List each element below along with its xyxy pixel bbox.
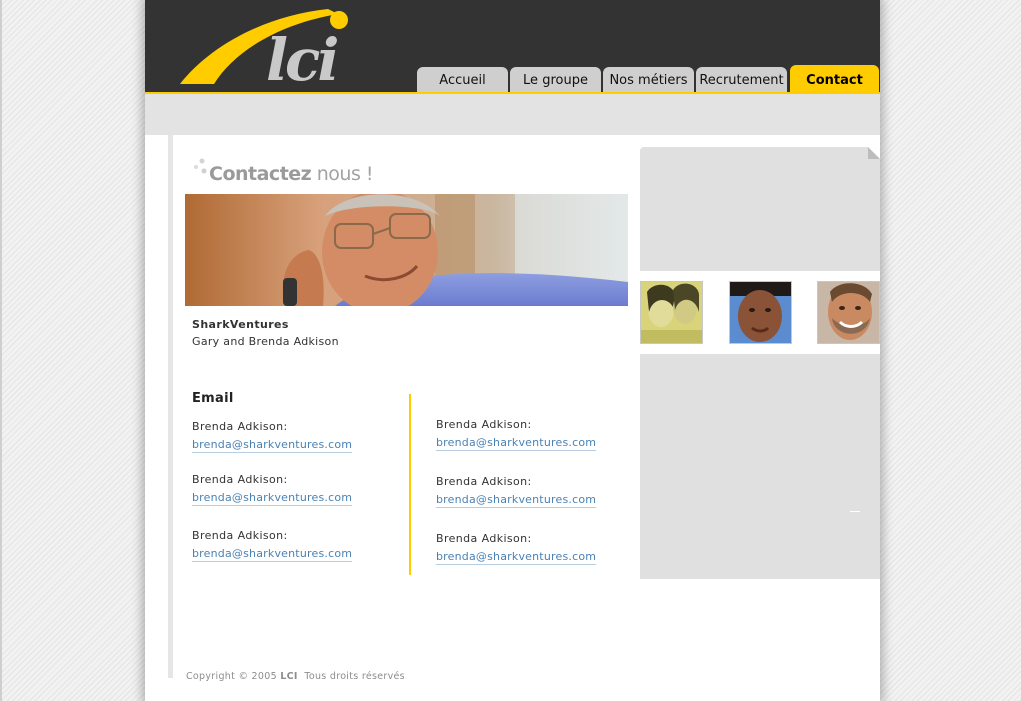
hero-photo-man-on-phone bbox=[185, 194, 628, 306]
window-left-edge bbox=[0, 0, 2, 701]
site-header: lci Accueil Le groupe Nos métiers Recrut… bbox=[145, 0, 880, 94]
svg-text:lci: lci bbox=[266, 26, 337, 88]
email-link[interactable]: brenda@sharkventures.com bbox=[436, 493, 597, 508]
sub-navigation-bar bbox=[145, 94, 880, 135]
email-link[interactable]: brenda@sharkventures.com bbox=[436, 436, 597, 451]
page-curl-fold bbox=[868, 147, 880, 159]
copyright-suffix: Tous droits réservés bbox=[297, 671, 405, 682]
tab-accueil[interactable]: Accueil bbox=[417, 67, 508, 92]
column-divider bbox=[409, 394, 411, 575]
thumbnail-smiling-woman[interactable] bbox=[729, 281, 792, 344]
copyright-text: Copyright © 2005 LCI Tous droits réservé… bbox=[186, 671, 405, 682]
contact-label: Brenda Adkison: bbox=[436, 418, 532, 431]
email-link[interactable]: brenda@sharkventures.com bbox=[192, 491, 353, 506]
title-rest: nous ! bbox=[311, 163, 374, 185]
page-container: lci Accueil Le groupe Nos métiers Recrut… bbox=[145, 0, 880, 701]
email-link[interactable]: brenda@sharkventures.com bbox=[436, 550, 597, 565]
tab-le-groupe[interactable]: Le groupe bbox=[510, 67, 601, 92]
tab-recrutement[interactable]: Recrutement bbox=[696, 67, 787, 92]
thumbnail-two-women[interactable] bbox=[640, 281, 703, 344]
lci-logo[interactable]: lci bbox=[178, 2, 363, 94]
contact-label: Brenda Adkison: bbox=[192, 420, 288, 433]
company-name: SharkVentures bbox=[192, 318, 289, 331]
contact-label: Brenda Adkison: bbox=[436, 532, 532, 545]
page-title: Contactez nous ! bbox=[190, 155, 390, 189]
dots-icon bbox=[194, 158, 207, 174]
tab-nos-metiers[interactable]: Nos métiers bbox=[603, 67, 694, 92]
content-left-border bbox=[168, 135, 173, 678]
contact-names: Gary and Brenda Adkison bbox=[192, 335, 339, 348]
thumbnail-bearded-man[interactable] bbox=[817, 281, 880, 344]
email-link[interactable]: brenda@sharkventures.com bbox=[192, 547, 353, 562]
side-panel-bottom bbox=[640, 354, 880, 579]
panel-dash-mark bbox=[850, 511, 860, 512]
title-bold: Contactez bbox=[209, 163, 312, 185]
contact-label: Brenda Adkison: bbox=[192, 473, 288, 486]
contact-label: Brenda Adkison: bbox=[192, 529, 288, 542]
contact-label: Brenda Adkison: bbox=[436, 475, 532, 488]
copyright-brand: LCI bbox=[280, 671, 298, 682]
email-link[interactable]: brenda@sharkventures.com bbox=[192, 438, 353, 453]
copyright-prefix: Copyright © 2005 bbox=[186, 671, 281, 682]
tab-contact[interactable]: Contact bbox=[790, 65, 879, 92]
side-panel-top bbox=[640, 147, 880, 271]
email-heading: Email bbox=[192, 391, 234, 406]
